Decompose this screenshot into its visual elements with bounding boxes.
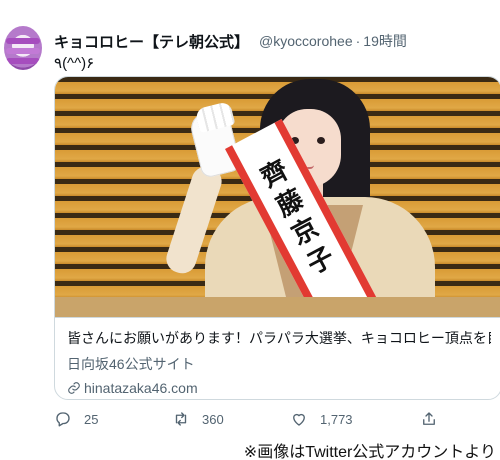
like-button[interactable]: 1,773: [290, 410, 353, 428]
retweet-button[interactable]: 360: [172, 410, 224, 428]
image-credit-caption: ※画像はTwitter公式アカウントより: [243, 444, 496, 460]
reply-count: 25: [84, 411, 99, 427]
avatar[interactable]: [4, 26, 42, 70]
card-link-text[interactable]: hinatazaka46.com: [84, 380, 198, 396]
retweet-count: 360: [202, 411, 224, 427]
user-handle[interactable]: @kyoccorohee: [259, 33, 353, 49]
retweet-icon: [175, 412, 187, 426]
card-info[interactable]: 皆さんにお願いがあります！パラパラ大選挙、キョコロヒー頂点を目... 日向坂46…: [55, 317, 500, 399]
link-icon: [68, 382, 80, 394]
display-name[interactable]: キョコロヒー【テレ朝公式】: [54, 31, 249, 52]
tweet-text: ٩(^^)۶: [54, 55, 95, 72]
tweet-actions: 25 360 1,773: [54, 410, 474, 432]
link-card[interactable]: 齊 藤 京 子 皆さんにお願いがあります！パラパラ大選挙、キョコロヒー頂点を目.…: [54, 76, 500, 400]
share-icon: [423, 412, 435, 425]
reply-button[interactable]: 25: [54, 410, 98, 428]
card-link[interactable]: hinatazaka46.com: [67, 380, 491, 396]
tweet[interactable]: キョコロヒー【テレ朝公式】 @kyoccorohee · 19時間 ٩(^^)۶…: [0, 0, 500, 460]
tweet-header: キョコロヒー【テレ朝公式】 @kyoccorohee · 19時間: [54, 31, 407, 51]
timestamp[interactable]: 19時間: [363, 31, 407, 51]
card-title[interactable]: 皆さんにお願いがあります！パラパラ大選挙、キョコロヒー頂点を目...: [67, 328, 491, 348]
share-button[interactable]: [420, 410, 450, 428]
like-icon: [293, 413, 305, 426]
like-count: 1,773: [320, 411, 353, 427]
separator: ·: [355, 33, 361, 49]
reply-icon: [56, 412, 70, 427]
card-site: 日向坂46公式サイト: [67, 356, 195, 372]
card-image[interactable]: 齊 藤 京 子: [55, 77, 500, 317]
